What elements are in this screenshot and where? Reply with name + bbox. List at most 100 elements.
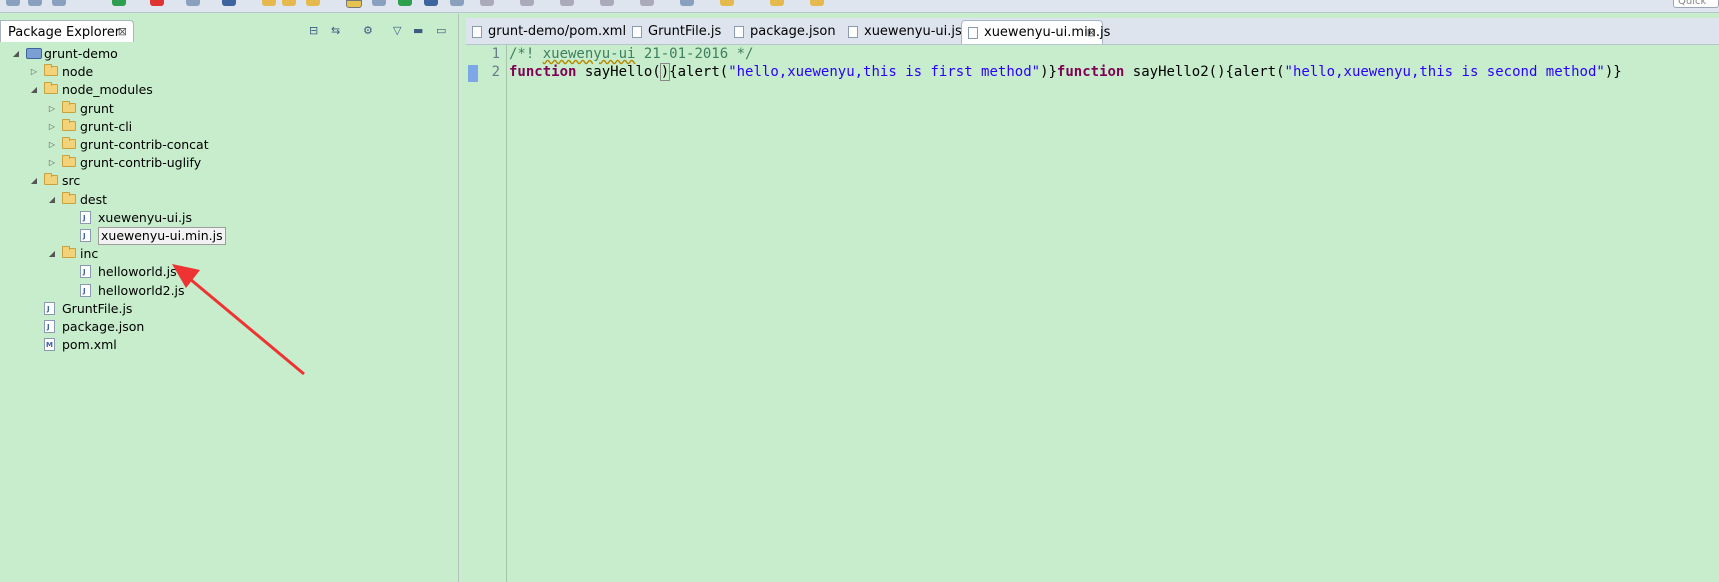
- collapse-arrow-icon[interactable]: ◢: [29, 80, 39, 100]
- tree-item[interactable]: xuewenyu-ui.js: [0, 208, 458, 228]
- keyword: function: [1056, 64, 1125, 80]
- tree-item-label: pom.xml: [62, 337, 117, 353]
- code-text: )}: [1040, 64, 1057, 80]
- toolbar-icon[interactable]: [680, 0, 694, 6]
- toolbar-icon[interactable]: [6, 0, 20, 6]
- toolbar-icon[interactable]: [560, 0, 574, 6]
- expand-arrow-icon[interactable]: ▷: [47, 99, 57, 119]
- code-line[interactable]: /*! xuewenyu-ui 21-01-2016 */: [509, 46, 753, 62]
- toolbar-icon[interactable]: [346, 0, 362, 8]
- tree-item-label: node: [62, 64, 94, 80]
- folder-icon: [62, 155, 76, 168]
- quick-access-field[interactable]: Quick: [1673, 0, 1719, 8]
- collapse-arrow-icon[interactable]: ◢: [29, 171, 39, 191]
- tree-item[interactable]: ▷ grunt-cli: [0, 117, 458, 137]
- toolbar-icon[interactable]: [186, 0, 200, 6]
- package-explorer-view: Package Explorer ⊠ ⊟ ⇆ ⚙ ▽ ▬ ▭ ◢ grunt-de…: [0, 14, 459, 582]
- close-icon[interactable]: ⊠: [118, 25, 127, 38]
- view-menu-icon[interactable]: ▽: [393, 24, 401, 37]
- toolbar-icon[interactable]: [424, 0, 438, 6]
- tree-item[interactable]: ▷ node: [0, 62, 458, 82]
- package-explorer-tab[interactable]: Package Explorer ⊠: [0, 20, 134, 42]
- toolbar-icon[interactable]: [306, 0, 320, 6]
- tree-item[interactable]: ▷ grunt: [0, 99, 458, 119]
- collapse-arrow-icon[interactable]: ◢: [47, 190, 57, 210]
- minimize-icon[interactable]: ▬: [413, 24, 423, 37]
- editor-tabs: grunt-demo/pom.xml GruntFile.js package.js…: [466, 18, 1719, 45]
- folder-icon: [62, 118, 76, 131]
- toolbar-icon[interactable]: [520, 0, 534, 6]
- editor-tab[interactable]: grunt-demo/pom.xml: [466, 20, 626, 44]
- link-with-editor-icon[interactable]: ⇆: [331, 24, 340, 37]
- json-file-icon: [734, 26, 744, 38]
- folder-icon: [44, 173, 58, 186]
- tree-item[interactable]: ▷ grunt-contrib-uglify: [0, 153, 458, 173]
- code-line[interactable]: function sayHello(){alert("hello,xueweny…: [509, 63, 1622, 81]
- tree-item-label: src: [62, 173, 81, 189]
- collapse-arrow-icon[interactable]: ◢: [47, 244, 57, 264]
- tree-item-label: grunt: [80, 100, 114, 116]
- xml-file-icon: [44, 335, 55, 355]
- collapse-all-icon[interactable]: ⊟: [309, 24, 318, 37]
- editor-tab-label: xuewenyu-ui.js: [864, 24, 962, 39]
- editor-tab[interactable]: xuewenyu-ui.min.js ⊠: [961, 20, 1110, 45]
- toolbar-icon[interactable]: [222, 0, 236, 6]
- tree-item-label: grunt-contrib-uglify: [80, 155, 202, 171]
- toolbar-icon[interactable]: [770, 0, 784, 6]
- run-icon[interactable]: [112, 0, 126, 6]
- toolbar-icon[interactable]: [398, 0, 412, 6]
- code-text: {alert(: [669, 64, 729, 80]
- expand-arrow-icon[interactable]: ▷: [47, 117, 57, 137]
- project-icon: [26, 48, 42, 59]
- toolbar-icon[interactable]: [28, 0, 42, 6]
- string-literal: "hello,xuewenyu,this is second method": [1284, 64, 1605, 80]
- toolbar-icon[interactable]: [810, 0, 824, 6]
- maven-file-icon: [472, 26, 482, 38]
- expand-arrow-icon[interactable]: ▷: [47, 153, 57, 173]
- filter-icon[interactable]: ⚙: [363, 24, 373, 37]
- expand-arrow-icon[interactable]: ▷: [29, 62, 39, 82]
- current-line-marker: [468, 65, 478, 82]
- toolbar-icon[interactable]: [480, 0, 494, 6]
- toolbar-icon[interactable]: [52, 0, 66, 6]
- editor-tab[interactable]: xuewenyu-ui.js: [842, 20, 962, 44]
- toolbar-icon[interactable]: [450, 0, 464, 6]
- code-text: sayHello2(){alert(: [1124, 64, 1285, 80]
- folder-icon: [62, 100, 76, 113]
- comment-word: xuewenyu-ui: [542, 46, 636, 62]
- maximize-icon[interactable]: ▭: [436, 24, 446, 37]
- folder-icon[interactable]: [282, 0, 296, 6]
- js-file-icon: [44, 317, 55, 337]
- editor-tab[interactable]: GruntFile.js: [626, 20, 730, 44]
- folder-icon[interactable]: [262, 0, 276, 6]
- tree-item[interactable]: ◢ src: [0, 171, 458, 191]
- js-file-icon: [968, 27, 978, 39]
- tree-item[interactable]: ▷ grunt-contrib-concat: [0, 135, 458, 155]
- keyword: function: [509, 64, 577, 80]
- editor-area: grunt-demo/pom.xml GruntFile.js package.js…: [466, 14, 1719, 582]
- toolbar-icon[interactable]: [372, 0, 386, 6]
- editor-tab-label: package.json: [750, 24, 836, 39]
- tree-item[interactable]: ◢ node_modules: [0, 80, 458, 100]
- folder-icon: [62, 191, 76, 204]
- close-icon[interactable]: ⊠: [1087, 21, 1096, 45]
- tree-item-label: grunt-cli: [80, 118, 133, 134]
- tree-item-label: grunt-demo: [44, 46, 118, 61]
- stop-icon[interactable]: [150, 0, 164, 6]
- tree-item-label: xuewenyu-ui.min.js: [98, 227, 226, 245]
- editor-tab[interactable]: package.json: [728, 20, 843, 44]
- tree-item[interactable]: ◢ grunt-demo: [0, 44, 458, 64]
- tree-item-label: node_modules: [62, 82, 153, 98]
- tree-item-label: package.json: [62, 319, 145, 334]
- main-toolbar: Quick: [0, 0, 1719, 13]
- folder-icon: [44, 64, 58, 77]
- toolbar-icon[interactable]: [640, 0, 654, 6]
- bracket-match: ): [659, 63, 671, 81]
- expand-arrow-icon[interactable]: ▷: [47, 135, 57, 155]
- tree-item[interactable]: xuewenyu-ui.min.js: [0, 226, 458, 246]
- collapse-arrow-icon[interactable]: ◢: [11, 44, 21, 64]
- toolbar-icon[interactable]: [720, 0, 734, 6]
- tree-item[interactable]: ◢ dest: [0, 190, 458, 210]
- code-editor[interactable]: 1 2 /*! xuewenyu-ui 21-01-2016 */ functi…: [466, 44, 1719, 582]
- toolbar-icon[interactable]: [600, 0, 614, 6]
